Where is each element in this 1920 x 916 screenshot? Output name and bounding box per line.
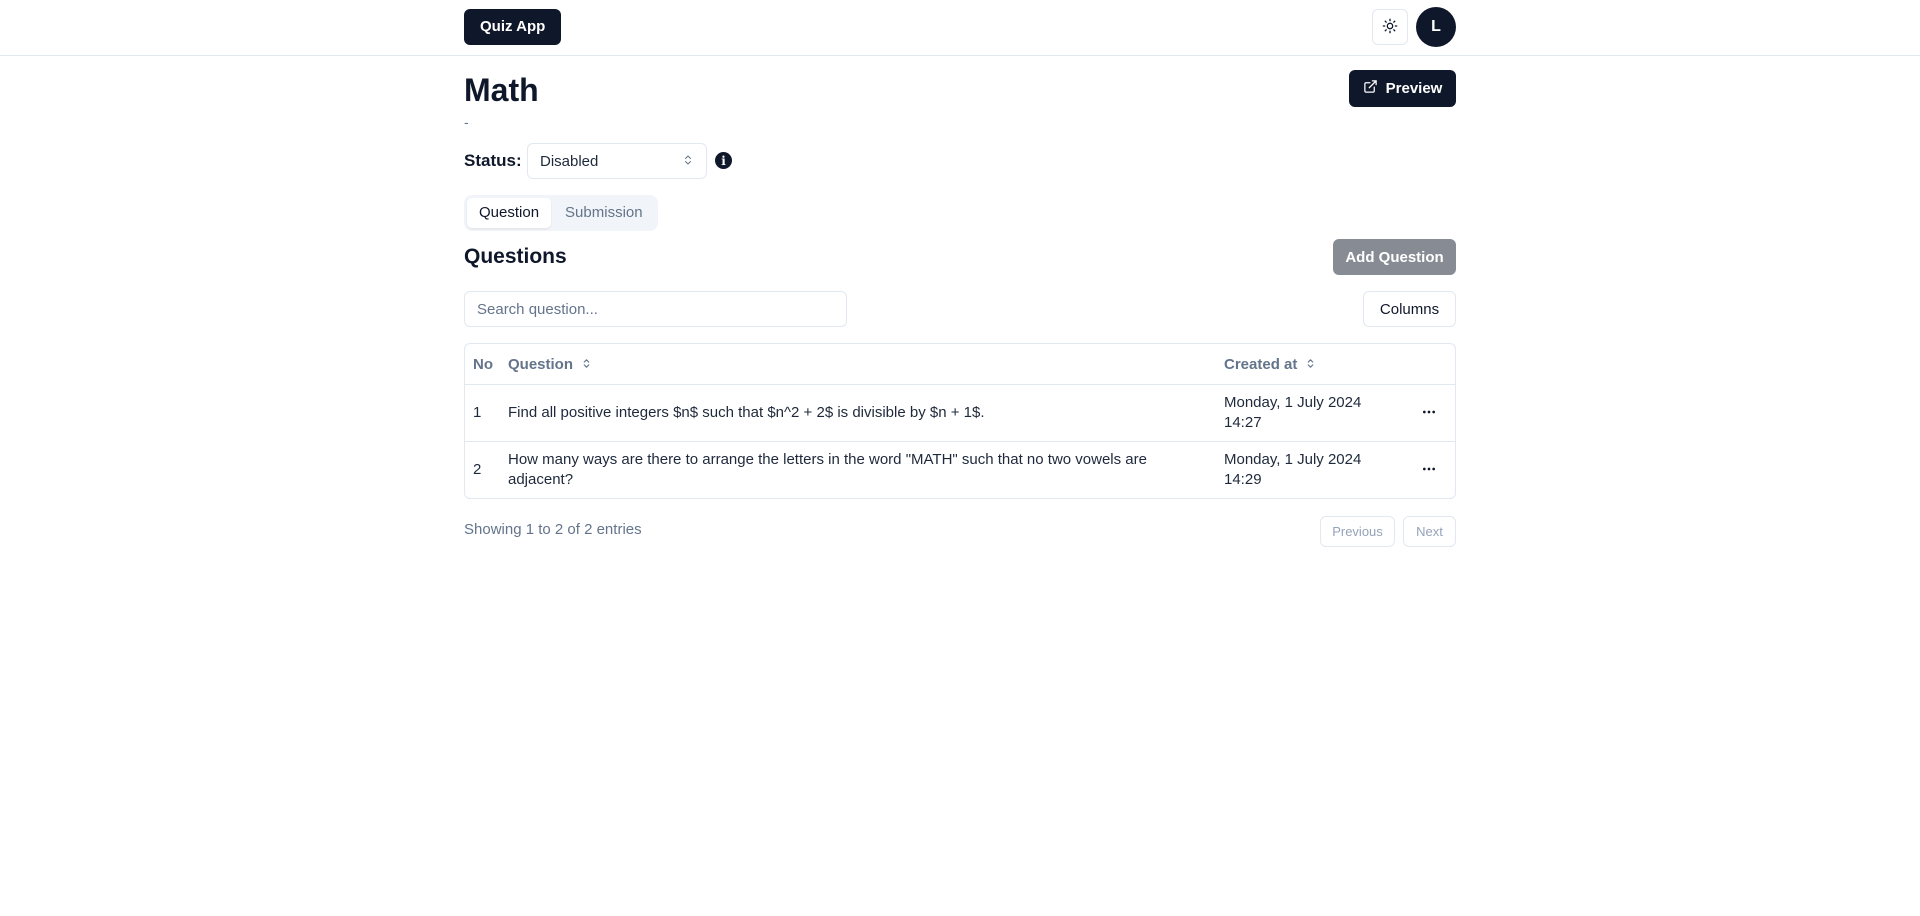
table-header: No Question Created at: [465, 344, 1455, 385]
table-row: 1 Find all positive integers $n$ such th…: [465, 385, 1455, 442]
questions-heading: Questions: [464, 245, 567, 268]
status-label: Status:: [464, 151, 522, 170]
next-page-button[interactable]: Next: [1403, 516, 1456, 547]
question-text: Find all positive integers $n$ such that…: [508, 404, 985, 421]
status-select[interactable]: Disabled: [527, 143, 707, 179]
row-actions-button[interactable]: [1415, 456, 1443, 484]
column-header-no: No: [473, 344, 493, 385]
created-time: 14:29: [1224, 471, 1262, 488]
pagination-summary: Showing 1 to 2 of 2 entries: [464, 521, 642, 538]
row-number: 2: [473, 461, 482, 478]
row-number: 1: [473, 404, 482, 421]
created-time: 14:27: [1224, 414, 1262, 431]
top-navbar: Quiz App L: [0, 0, 1920, 56]
questions-table: No Question Created at 1 Find all positi…: [464, 343, 1456, 499]
columns-button[interactable]: Columns: [1363, 291, 1456, 327]
column-header-question[interactable]: Question: [508, 344, 592, 385]
status-value: Disabled: [540, 152, 599, 170]
info-icon[interactable]: i: [715, 152, 732, 169]
chevron-up-down-icon: [682, 153, 694, 170]
theme-toggle-button[interactable]: [1372, 9, 1408, 45]
search-question-input[interactable]: [464, 291, 847, 327]
quiz-description: -: [464, 114, 469, 130]
add-question-button[interactable]: Add Question: [1333, 239, 1456, 275]
created-at: Monday, 1 July 2024 14:27: [1224, 393, 1374, 433]
table-row: 2 How many ways are there to arrange the…: [465, 442, 1455, 498]
page-title: Math: [464, 72, 539, 108]
row-actions-button[interactable]: [1415, 399, 1443, 427]
sort-icon: [1305, 344, 1316, 385]
question-text: How many ways are there to arrange the l…: [508, 451, 1147, 488]
tab-submission[interactable]: Submission: [553, 198, 655, 228]
external-link-icon: [1363, 79, 1378, 98]
previous-page-button[interactable]: Previous: [1320, 516, 1395, 547]
more-horizontal-icon: [1421, 404, 1437, 423]
column-header-created-at[interactable]: Created at: [1224, 344, 1316, 385]
tab-question[interactable]: Question: [467, 198, 552, 228]
preview-label: Preview: [1385, 80, 1443, 97]
preview-button[interactable]: Preview: [1349, 70, 1456, 107]
column-label-question: Question: [508, 356, 574, 373]
tab-list: Question Submission: [464, 195, 658, 231]
brand-button[interactable]: Quiz App: [464, 9, 562, 45]
column-label-created-at: Created at: [1224, 356, 1298, 373]
more-horizontal-icon: [1421, 461, 1437, 480]
user-avatar[interactable]: L: [1416, 7, 1456, 47]
sun-icon: [1382, 18, 1398, 37]
column-label-no: No: [473, 356, 493, 373]
created-date: Monday, 1 July 2024: [1224, 394, 1362, 411]
sort-icon: [581, 344, 592, 385]
created-at: Monday, 1 July 2024 14:29: [1224, 450, 1374, 490]
created-date: Monday, 1 July 2024: [1224, 451, 1362, 468]
